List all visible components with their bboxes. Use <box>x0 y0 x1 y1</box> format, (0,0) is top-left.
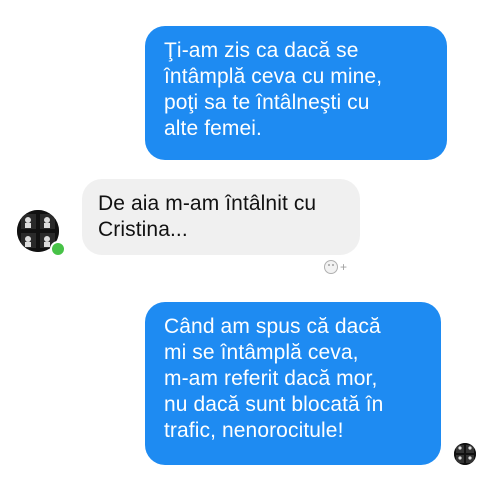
self-avatar[interactable] <box>454 443 476 465</box>
add-reaction-icon <box>324 260 338 274</box>
message-line: întâmplă ceva cu mine, <box>164 65 383 88</box>
plus-icon: + <box>340 260 348 274</box>
chat-thread: Ţi-am zis ca dacă se întâmplă ceva cu mi… <box>0 0 480 491</box>
online-status-dot <box>50 241 66 257</box>
message-line: m-am referit dacă mor, <box>164 367 378 390</box>
message-bubble-outgoing-2[interactable]: Când am spus că dacă mi se întâmplă ceva… <box>145 302 441 465</box>
message-bubble-outgoing-1[interactable]: Ţi-am zis ca dacă se întâmplă ceva cu mi… <box>145 26 447 160</box>
message-line: Ţi-am zis ca dacă se <box>164 39 359 62</box>
message-line: Cristina... <box>98 218 188 241</box>
message-line: mi se întâmplă ceva, <box>164 341 359 364</box>
message-line: poţi sa te întâlneşti cu <box>164 91 370 114</box>
self-avatar-image <box>454 443 476 465</box>
message-line: Când am spus că dacă <box>164 315 381 338</box>
message-line: trafic, nenorocitule! <box>164 419 344 442</box>
message-line: nu dacă sunt blocată în <box>164 393 384 416</box>
message-line: alte femei. <box>164 117 262 140</box>
message-line: De aia m-am întâlnit cu <box>98 192 317 215</box>
message-bubble-incoming-1[interactable]: De aia m-am întâlnit cu Cristina... <box>82 179 360 255</box>
add-reaction-button[interactable]: + <box>324 258 350 276</box>
